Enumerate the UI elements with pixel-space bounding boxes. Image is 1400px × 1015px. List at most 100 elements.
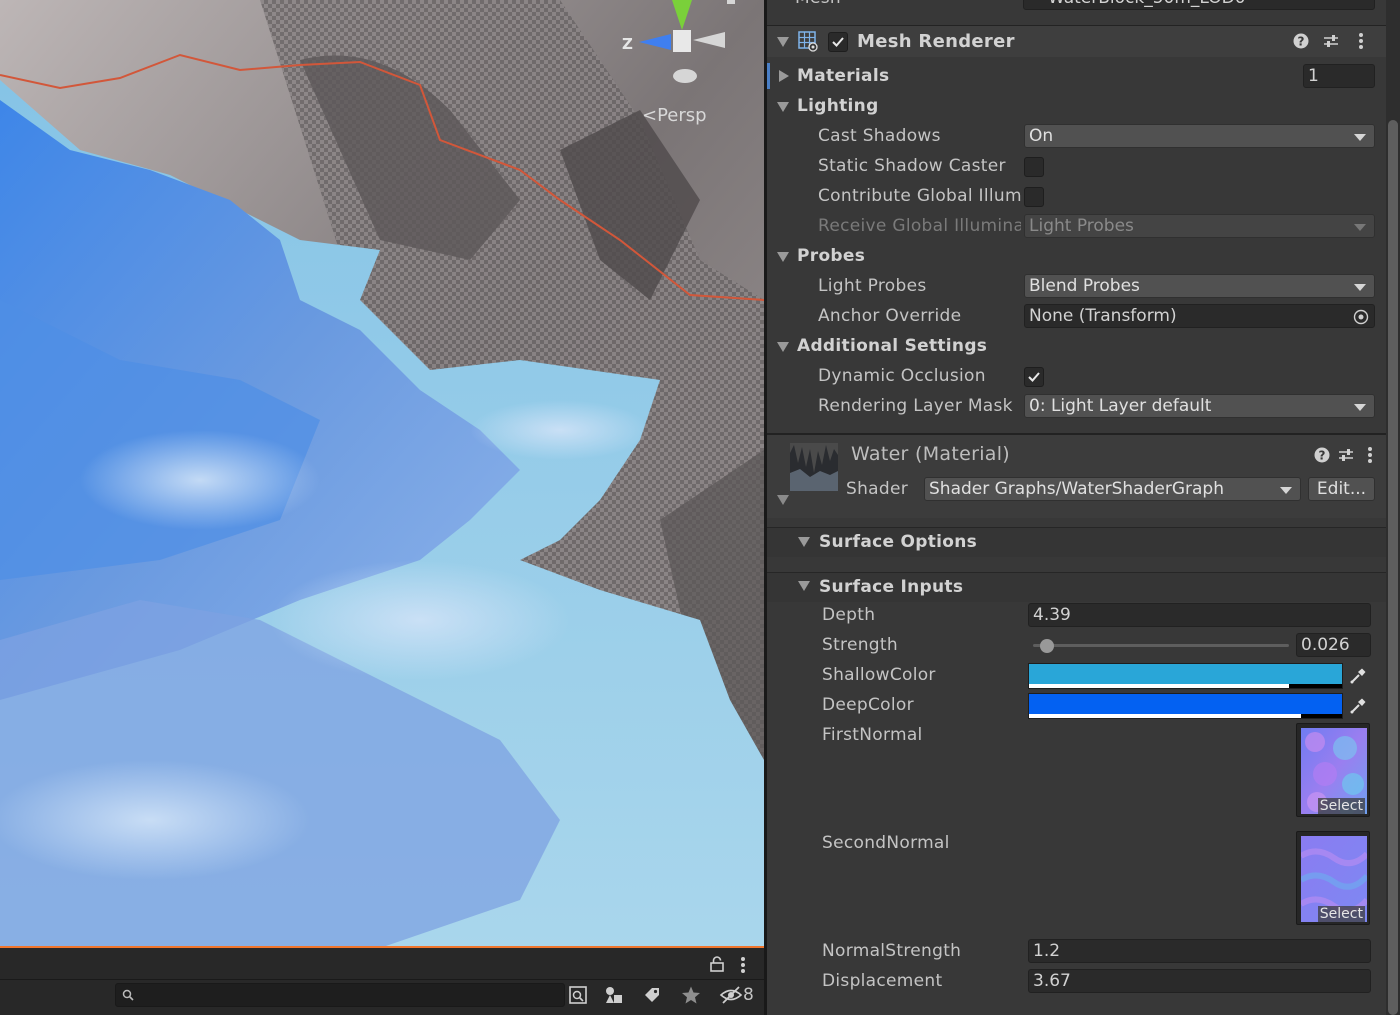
component-menu-button[interactable] xyxy=(1351,31,1371,51)
dynamic-occlusion-label: Dynamic Occlusion xyxy=(818,366,986,386)
strength-value: 0.026 xyxy=(1301,635,1350,655)
material-presets-button[interactable] xyxy=(1336,445,1356,465)
mesh-value: WaterBlock_50m_LOD0 xyxy=(1028,0,1246,8)
additional-settings-label[interactable]: Additional Settings xyxy=(797,336,987,356)
filter-by-type-button[interactable] xyxy=(599,980,629,1010)
select-texture-button[interactable]: Select xyxy=(1317,798,1365,814)
shallow-color-swatch[interactable] xyxy=(1028,663,1343,689)
light-probes-label: Light Probes xyxy=(818,276,927,296)
sliders-icon xyxy=(1324,35,1338,47)
lighting-foldout-icon[interactable] xyxy=(777,102,789,112)
light-probes-dropdown[interactable]: Blend Probes xyxy=(1024,274,1375,298)
receive-gi-value: Light Probes xyxy=(1029,216,1134,236)
mesh-renderer-foldout-icon[interactable] xyxy=(777,37,789,47)
external-search-icon xyxy=(569,986,587,1004)
normal-strength-value: 1.2 xyxy=(1033,941,1061,961)
second-normal-texture-slot[interactable]: Select xyxy=(1296,831,1370,925)
materials-foldout-icon[interactable] xyxy=(779,70,789,82)
material-foldout-icon[interactable] xyxy=(777,495,789,505)
scrollbar-thumb[interactable] xyxy=(1388,120,1398,1015)
eyedropper-icon xyxy=(1350,698,1366,714)
projection-label[interactable]: <Persp xyxy=(642,105,707,126)
help-button[interactable]: ? xyxy=(1291,31,1311,51)
svg-text:?: ? xyxy=(1298,35,1305,49)
selection-marker xyxy=(767,63,770,89)
mesh-renderer-icon xyxy=(798,31,818,52)
shallow-color-picker[interactable] xyxy=(1346,664,1370,688)
displacement-field[interactable]: 3.67 xyxy=(1028,969,1371,993)
favorites-button[interactable] xyxy=(676,980,706,1010)
lighting-label[interactable]: Lighting xyxy=(797,96,879,116)
scene-view[interactable]: Z <Persp xyxy=(0,0,764,948)
material-title: Water (Material) xyxy=(851,443,1011,465)
static-shadow-caster-checkbox[interactable] xyxy=(1024,157,1044,177)
deep-color-picker[interactable] xyxy=(1346,694,1370,718)
cast-shadows-dropdown[interactable]: On xyxy=(1024,124,1375,148)
materials-label[interactable]: Materials xyxy=(797,66,889,86)
strength-field[interactable]: 0.026 xyxy=(1296,633,1371,657)
strength-slider-knob[interactable] xyxy=(1039,639,1054,653)
presets-button[interactable] xyxy=(1321,31,1341,51)
filter-by-label-button[interactable] xyxy=(637,980,667,1010)
select-texture-button[interactable]: Select xyxy=(1317,906,1365,922)
contribute-gi-checkbox[interactable] xyxy=(1024,187,1044,207)
shallow-color-fill xyxy=(1029,664,1342,684)
mesh-field[interactable]: WaterBlock_50m_LOD0 xyxy=(1023,0,1375,10)
second-normal-label: SecondNormal xyxy=(822,833,950,853)
probes-label[interactable]: Probes xyxy=(797,246,865,266)
kebab-menu-icon[interactable] xyxy=(740,956,746,974)
star-icon xyxy=(682,986,700,1004)
surface-options-foldout-icon[interactable] xyxy=(798,537,810,547)
strength-slider-track[interactable] xyxy=(1033,644,1289,647)
inspector-panel: Mesh WaterBlock_50m_LOD0 Mesh Renderer ?… xyxy=(767,0,1400,1015)
mesh-renderer-enabled-checkbox[interactable] xyxy=(828,32,848,52)
deep-color-swatch[interactable] xyxy=(1028,693,1343,719)
edit-shader-button[interactable]: Edit... xyxy=(1308,477,1375,501)
search-by-type-button[interactable] xyxy=(563,980,593,1010)
depth-field[interactable]: 4.39 xyxy=(1028,603,1371,627)
receive-gi-dropdown: Light Probes xyxy=(1024,214,1375,238)
lock-icon[interactable] xyxy=(710,956,724,972)
rendering-layer-mask-label: Rendering Layer Mask xyxy=(818,396,1013,416)
contribute-gi-label: Contribute Global Illum xyxy=(818,186,1022,206)
material-help-button[interactable]: ? xyxy=(1312,445,1332,465)
cast-shadows-label: Cast Shadows xyxy=(818,126,941,146)
scene-render xyxy=(0,0,764,946)
mesh-label: Mesh xyxy=(795,0,841,8)
inspector-scrollbar[interactable] xyxy=(1386,0,1400,1015)
sliders-icon xyxy=(1339,449,1353,461)
chevron-down-icon xyxy=(1354,404,1366,411)
surface-options-label[interactable]: Surface Options xyxy=(819,532,977,552)
object-picker-icon[interactable] xyxy=(1353,309,1369,325)
search-input[interactable] xyxy=(140,986,560,1004)
probes-foldout-icon[interactable] xyxy=(777,252,789,262)
material-preview-icon xyxy=(790,443,838,491)
shader-dropdown[interactable]: Shader Graphs/WaterShaderGraph xyxy=(924,477,1301,501)
normal-strength-field[interactable]: 1.2 xyxy=(1028,939,1371,963)
help-icon: ? xyxy=(1314,447,1330,463)
shallow-alpha-remainder xyxy=(1288,684,1342,688)
materials-count: 1 xyxy=(1308,66,1319,86)
rendering-layer-mask-dropdown[interactable]: 0: Light Layer default xyxy=(1024,394,1375,418)
receive-gi-label: Receive Global Illumina xyxy=(818,216,1021,236)
hidden-packages-button[interactable] xyxy=(716,980,746,1010)
deep-color-fill xyxy=(1029,694,1342,714)
tag-icon xyxy=(645,988,659,1002)
material-menu-button[interactable] xyxy=(1360,445,1380,465)
additional-settings-foldout-icon[interactable] xyxy=(777,342,789,352)
project-search-field[interactable] xyxy=(115,983,565,1007)
persp-text: Persp xyxy=(657,105,707,126)
surface-inputs-label[interactable]: Surface Inputs xyxy=(819,577,963,597)
chevron-down-icon xyxy=(1280,487,1292,494)
chevron-down-icon xyxy=(1354,224,1366,231)
materials-count-field[interactable]: 1 xyxy=(1303,64,1375,88)
checkmark-icon xyxy=(1028,372,1040,382)
orientation-gizmo[interactable] xyxy=(615,0,735,90)
project-panel-header xyxy=(0,950,764,980)
anchor-override-field[interactable]: None (Transform) xyxy=(1024,304,1375,328)
eyedropper-icon xyxy=(1350,668,1366,684)
surface-inputs-foldout-icon[interactable] xyxy=(798,581,810,591)
dynamic-occlusion-checkbox[interactable] xyxy=(1024,367,1044,387)
normal-strength-label: NormalStrength xyxy=(822,941,962,961)
first-normal-texture-slot[interactable]: Select xyxy=(1296,723,1370,817)
